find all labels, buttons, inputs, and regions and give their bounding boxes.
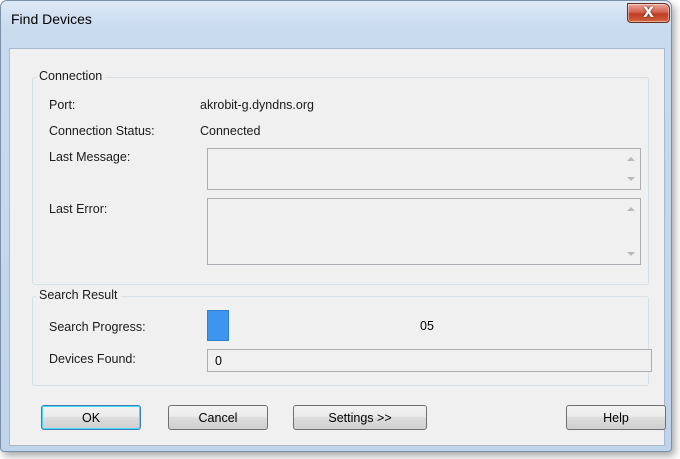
search-progress-bar: 05: [207, 310, 641, 341]
scroll-up-arrow-icon[interactable]: [627, 207, 635, 211]
cancel-button[interactable]: Cancel: [168, 405, 268, 430]
connection-status-value: Connected: [200, 124, 261, 138]
settings-button[interactable]: Settings >>: [293, 405, 427, 430]
port-label: Port:: [49, 98, 76, 112]
devices-found-label: Devices Found:: [49, 352, 136, 366]
last-error-label: Last Error:: [49, 202, 108, 216]
last-message-field[interactable]: [207, 148, 641, 190]
port-value: akrobit-g.dyndns.org: [200, 98, 314, 112]
title-bar[interactable]: Find Devices X: [1, 1, 671, 31]
search-progress-fill: [207, 310, 229, 341]
search-progress-text: 05: [420, 319, 434, 333]
connection-group-label: Connection: [36, 69, 106, 83]
last-message-scrollbar[interactable]: [622, 149, 640, 189]
scroll-up-arrow-icon[interactable]: [627, 157, 635, 161]
devices-found-value: 0: [215, 354, 222, 368]
last-message-label: Last Message:: [49, 150, 131, 164]
scroll-down-arrow-icon[interactable]: [627, 252, 635, 256]
search-result-group-label: Search Result: [36, 288, 121, 302]
search-progress-label: Search Progress:: [49, 320, 146, 334]
window-title: Find Devices: [11, 11, 92, 27]
help-button[interactable]: Help: [566, 405, 666, 430]
close-button[interactable]: X: [627, 3, 670, 23]
connection-status-label: Connection Status:: [49, 124, 155, 138]
devices-found-field[interactable]: 0: [207, 349, 652, 372]
dialog-body: Connection Port: akrobit-g.dyndns.org Co…: [9, 48, 666, 446]
last-error-field[interactable]: [207, 198, 641, 265]
ok-button[interactable]: OK: [41, 405, 141, 430]
close-icon: X: [643, 5, 654, 21]
scroll-down-arrow-icon[interactable]: [627, 177, 635, 181]
last-error-scrollbar[interactable]: [622, 199, 640, 264]
find-devices-dialog: Find Devices X Connection Port: akrobit-…: [0, 0, 672, 452]
